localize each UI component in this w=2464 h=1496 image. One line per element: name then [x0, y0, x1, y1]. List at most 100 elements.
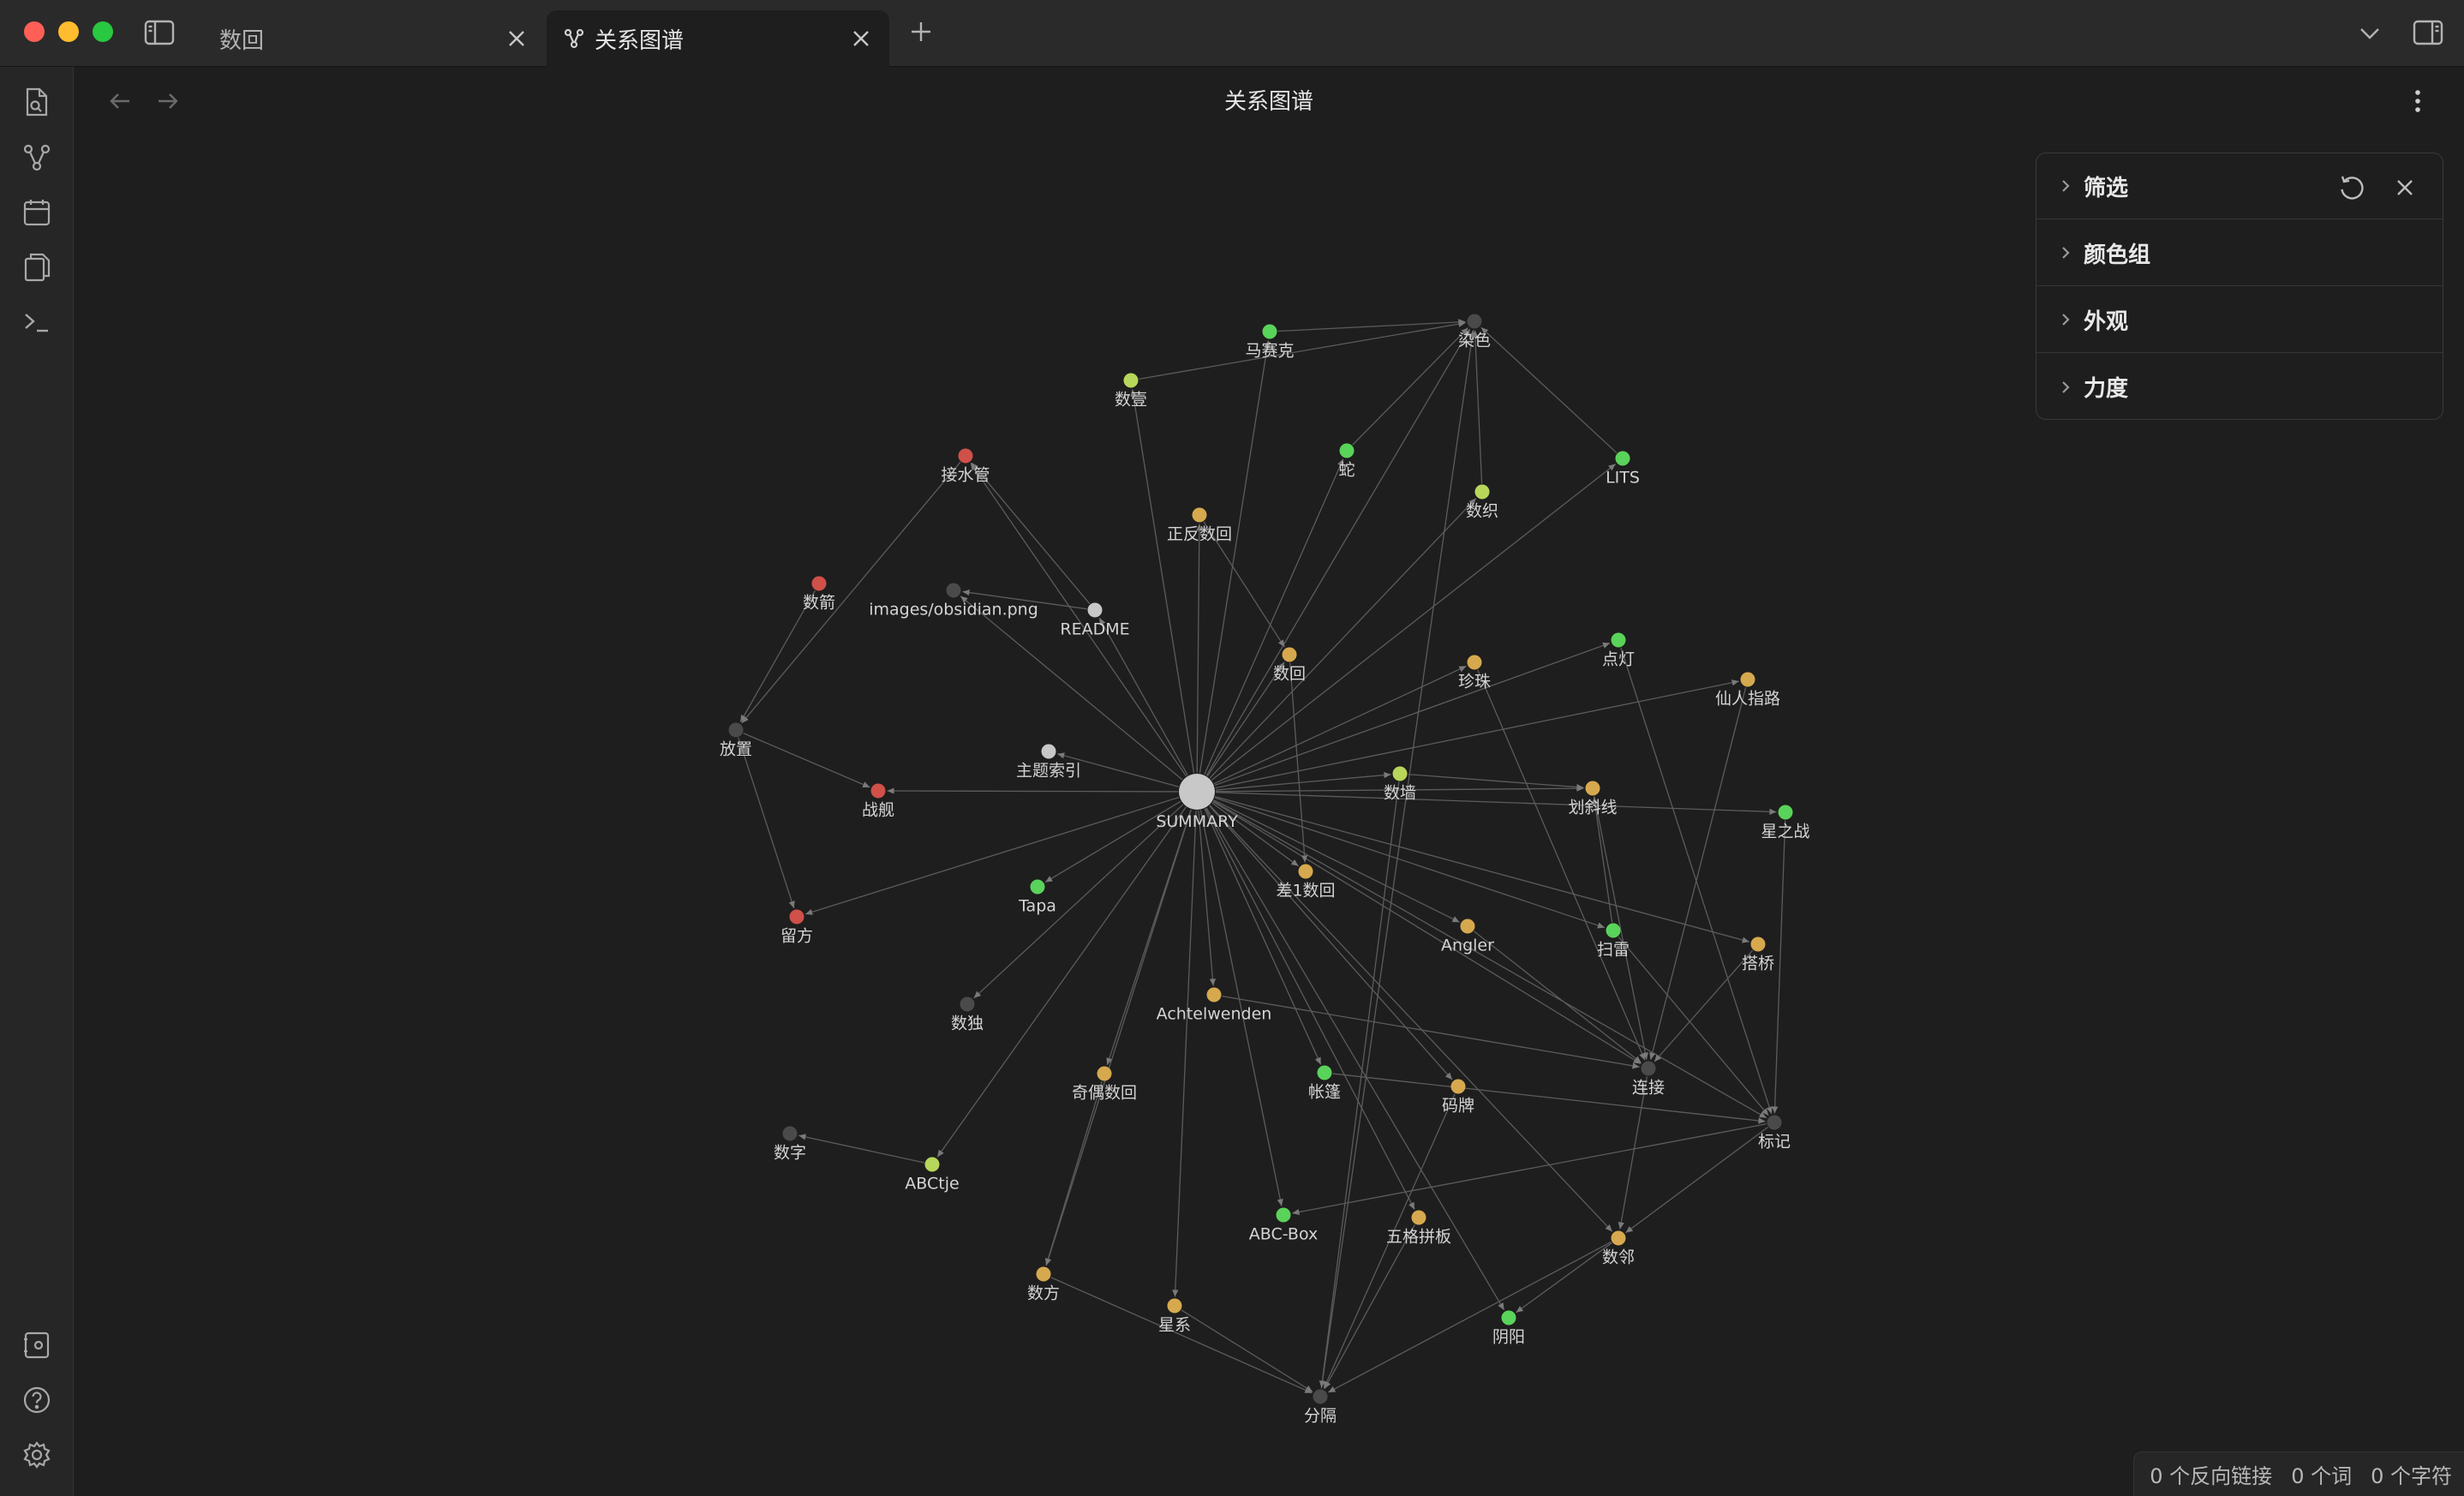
graph-node-dot[interactable]: [1611, 632, 1626, 648]
minimize-window-button[interactable]: [58, 21, 79, 42]
new-tab-icon[interactable]: [908, 19, 934, 45]
graph-node-dot[interactable]: [811, 576, 827, 591]
graph-node[interactable]: 正反数回: [1167, 507, 1232, 544]
graph-node-dot[interactable]: [1611, 1230, 1626, 1246]
backlinks-count[interactable]: 0 个反向链接: [2150, 1459, 2272, 1489]
graph-icon[interactable]: [18, 139, 56, 177]
graph-node-dot[interactable]: [1501, 1310, 1516, 1325]
graph-node[interactable]: 分隔: [1304, 1389, 1337, 1426]
copy-icon[interactable]: [18, 248, 56, 286]
graph-node-dot[interactable]: [1750, 936, 1766, 952]
graph-node-dot[interactable]: [1740, 672, 1755, 687]
controls-section-forces[interactable]: 力度: [2036, 354, 2443, 420]
graph-node[interactable]: 主题索引: [1016, 744, 1081, 781]
graph-node[interactable]: 仙人指路: [1715, 672, 1780, 709]
graph-node[interactable]: Tapa: [1018, 879, 1056, 916]
graph-node-dot[interactable]: [1606, 923, 1621, 938]
graph-node-dot[interactable]: [1276, 1207, 1291, 1223]
graph-node-dot[interactable]: [1615, 451, 1630, 466]
graph-node[interactable]: 星之战: [1761, 805, 1810, 841]
graph-node[interactable]: 数方: [1027, 1266, 1060, 1303]
graph-node[interactable]: 染色: [1458, 314, 1491, 350]
graph-node-dot[interactable]: [1460, 919, 1475, 934]
graph-node-dot[interactable]: [1392, 766, 1408, 781]
graph-node-dot[interactable]: [1313, 1389, 1328, 1404]
graph-node-dot[interactable]: [789, 909, 804, 925]
graph-node-dot[interactable]: [1262, 324, 1277, 339]
graph-node-dot[interactable]: [1123, 373, 1139, 388]
graph-node-dot[interactable]: [958, 448, 973, 464]
close-icon[interactable]: [2389, 172, 2420, 203]
graph-node-dot[interactable]: [1192, 507, 1207, 523]
graph-node[interactable]: 留方: [780, 909, 813, 946]
graph-node-dot[interactable]: [1585, 781, 1600, 796]
graph-node-dot[interactable]: [1450, 1079, 1466, 1094]
graph-node-dot[interactable]: [1767, 1115, 1782, 1130]
graph-node[interactable]: 数织: [1466, 484, 1498, 521]
graph-node-dot[interactable]: [1041, 744, 1056, 759]
graph-node[interactable]: 点灯: [1602, 632, 1635, 669]
graph-node[interactable]: 放置: [720, 722, 752, 759]
toggle-sidebar-icon[interactable]: [142, 17, 176, 48]
file-search-icon[interactable]: [18, 84, 56, 122]
graph-node[interactable]: 扫雷: [1597, 923, 1630, 960]
tab-shuhui[interactable]: 数回: [202, 10, 536, 67]
graph-node-dot[interactable]: [1298, 864, 1313, 879]
graph-node[interactable]: 数回: [1273, 647, 1306, 684]
graph-node[interactable]: Angler: [1441, 919, 1494, 955]
graph-node[interactable]: 数箭: [803, 576, 835, 613]
terminal-icon[interactable]: [18, 303, 56, 341]
settings-icon[interactable]: [18, 1436, 56, 1474]
graph-node[interactable]: 奇偶数回: [1072, 1066, 1137, 1103]
graph-node-dot[interactable]: [1030, 879, 1045, 895]
graph-node-dot[interactable]: [1339, 443, 1355, 458]
graph-node-dot[interactable]: [870, 783, 886, 799]
graph-node[interactable]: 阴阳: [1492, 1310, 1525, 1347]
graph-node[interactable]: SUMMARY: [1156, 774, 1238, 831]
graph-node[interactable]: 马赛克: [1245, 324, 1295, 361]
graph-node-dot[interactable]: [1036, 1266, 1051, 1282]
restore-default-icon[interactable]: [2336, 172, 2367, 203]
chevron-down-icon[interactable]: [2356, 21, 2383, 46]
graph-node-dot[interactable]: [1206, 987, 1222, 1002]
graph-node-dot[interactable]: [1411, 1210, 1426, 1225]
close-window-button[interactable]: [24, 21, 45, 42]
graph-node[interactable]: 帐篷: [1308, 1065, 1341, 1102]
graph-node-dot[interactable]: [782, 1126, 798, 1141]
graph-node[interactable]: 战舰: [862, 783, 894, 820]
graph-node[interactable]: images/obsidian.png: [869, 583, 1038, 619]
graph-node[interactable]: 珍珠: [1458, 655, 1491, 691]
graph-node-dot[interactable]: [1282, 647, 1297, 662]
close-icon[interactable]: [848, 26, 874, 51]
graph-node[interactable]: 星系: [1158, 1298, 1191, 1335]
controls-section-display[interactable]: 外观: [2036, 287, 2443, 353]
graph-node[interactable]: ABC-Box: [1249, 1207, 1318, 1244]
graph-node-dot[interactable]: [1097, 1066, 1112, 1081]
tab-graph-view[interactable]: 关系图谱: [547, 10, 889, 67]
controls-section-filter[interactable]: 筛选: [2036, 153, 2443, 219]
graph-node-dot[interactable]: [946, 583, 961, 598]
more-options-icon[interactable]: [2401, 84, 2435, 118]
graph-node[interactable]: Achtelwenden: [1157, 987, 1272, 1024]
graph-node[interactable]: 五格拼板: [1386, 1210, 1451, 1247]
graph-node-dot[interactable]: [1641, 1061, 1656, 1076]
graph-node[interactable]: 差1数回: [1276, 864, 1336, 901]
graph-node[interactable]: 接水管: [941, 448, 990, 485]
close-icon[interactable]: [504, 26, 529, 51]
graph-node[interactable]: 搭桥: [1742, 936, 1774, 973]
controls-section-color-groups[interactable]: 颜色组: [2036, 220, 2443, 286]
graph-node-dot[interactable]: [924, 1157, 940, 1172]
graph-node[interactable]: 数邻: [1602, 1230, 1635, 1267]
graph-node-dot[interactable]: [1087, 602, 1103, 618]
graph-node[interactable]: 标记: [1758, 1115, 1791, 1152]
graph-node-dot[interactable]: [1778, 805, 1793, 820]
graph-node[interactable]: 数独: [951, 996, 984, 1033]
graph-node-dot[interactable]: [728, 722, 744, 738]
calendar-icon[interactable]: [18, 194, 56, 231]
graph-node[interactable]: ABCtje: [905, 1157, 960, 1194]
toggle-right-sidebar-icon[interactable]: [2411, 17, 2445, 48]
graph-node[interactable]: 数墙: [1384, 766, 1416, 803]
graph-node-dot[interactable]: [1474, 484, 1490, 500]
graph-node-dot[interactable]: [1467, 314, 1482, 329]
graph-node[interactable]: 码牌: [1442, 1079, 1474, 1116]
